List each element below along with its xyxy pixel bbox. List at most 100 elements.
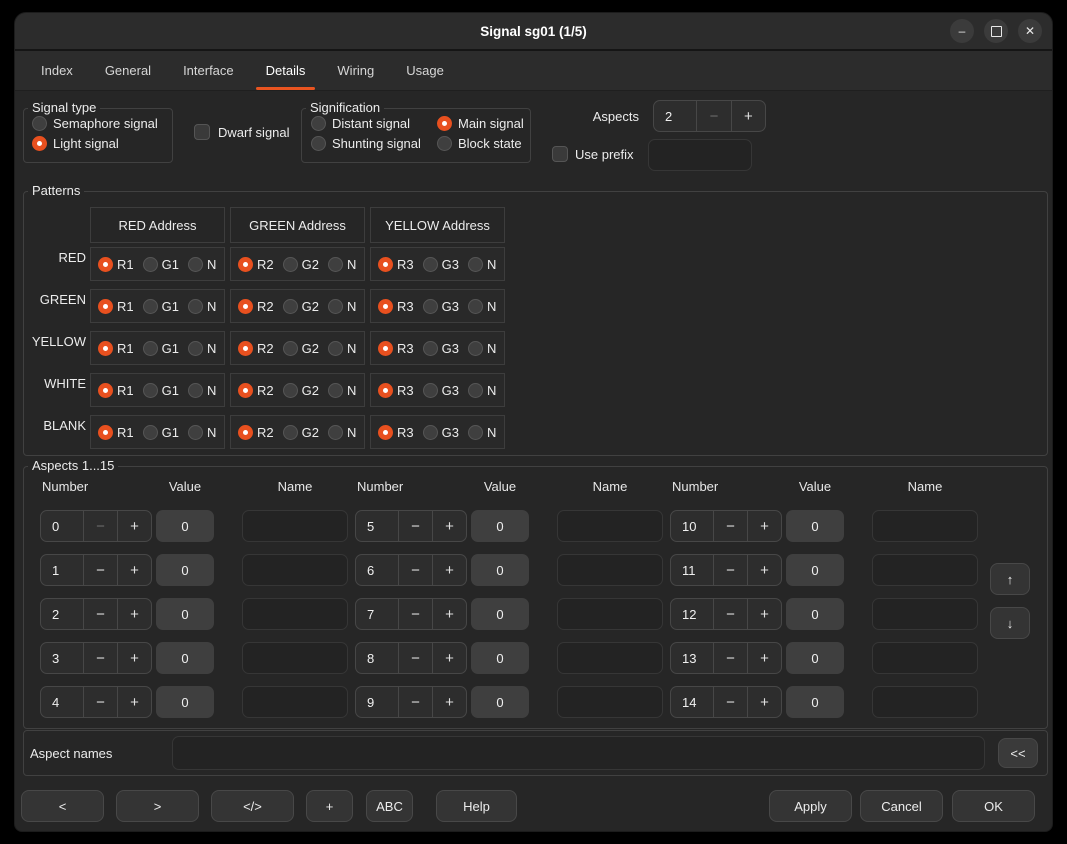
spin-value[interactable]: 1 xyxy=(41,555,83,585)
spin-minus-button[interactable]: − xyxy=(398,555,432,585)
spin-plus-button[interactable]: + xyxy=(117,643,151,673)
aspect-name-input-12[interactable] xyxy=(872,598,978,630)
spin-minus-button[interactable]: − xyxy=(83,687,117,717)
spin-minus-button[interactable]: − xyxy=(713,511,747,541)
pattern-radio-green-n[interactable]: N xyxy=(188,299,222,314)
spin-minus-button[interactable]: − xyxy=(83,599,117,629)
tab-details[interactable]: Details xyxy=(250,51,322,90)
spin-plus-button[interactable]: + xyxy=(432,643,466,673)
spin-value[interactable]: 4 xyxy=(41,687,83,717)
spin-minus-button[interactable]: − xyxy=(713,555,747,585)
ok-button[interactable]: OK xyxy=(952,790,1035,822)
pattern-radio-green-r3[interactable]: R3 xyxy=(378,299,420,314)
move-up-button[interactable]: ↑ xyxy=(990,563,1030,595)
pattern-radio-blank-n[interactable]: N xyxy=(328,425,362,440)
tab-interface[interactable]: Interface xyxy=(167,51,250,90)
apply-button[interactable]: Apply xyxy=(769,790,852,822)
spin-plus-button[interactable]: + xyxy=(117,687,151,717)
pattern-radio-white-g2[interactable]: G2 xyxy=(283,383,325,398)
pattern-radio-yellow-n[interactable]: N xyxy=(328,341,362,356)
aspect-name-input-10[interactable] xyxy=(872,510,978,542)
pattern-radio-white-r2[interactable]: R2 xyxy=(238,383,280,398)
spin-value[interactable]: 6 xyxy=(356,555,398,585)
tab-general[interactable]: General xyxy=(89,51,167,90)
radio-distant-signal[interactable]: Distant signal xyxy=(311,116,437,131)
pattern-radio-yellow-n[interactable]: N xyxy=(468,341,502,356)
pattern-radio-blank-g2[interactable]: G2 xyxy=(283,425,325,440)
aspect-name-input-5[interactable] xyxy=(557,510,663,542)
pattern-radio-white-n[interactable]: N xyxy=(328,383,362,398)
spin-plus-button[interactable]: + xyxy=(432,511,466,541)
pattern-radio-blank-g3[interactable]: G3 xyxy=(423,425,465,440)
aspect-name-input-7[interactable] xyxy=(557,598,663,630)
pattern-radio-blank-r1[interactable]: R1 xyxy=(98,425,140,440)
pattern-radio-green-n[interactable]: N xyxy=(468,299,502,314)
spin-minus-button[interactable]: − xyxy=(713,687,747,717)
aspect-names-input[interactable] xyxy=(172,736,985,770)
spin-plus-button[interactable]: + xyxy=(747,687,781,717)
spin-minus-button[interactable]: − xyxy=(398,643,432,673)
pattern-radio-green-n[interactable]: N xyxy=(328,299,362,314)
xml-button[interactable]: </> xyxy=(211,790,294,822)
spin-plus-button[interactable]: + xyxy=(117,599,151,629)
prefix-input[interactable] xyxy=(648,139,752,171)
aspect-name-input-4[interactable] xyxy=(242,686,348,718)
pattern-radio-blank-r2[interactable]: R2 xyxy=(238,425,280,440)
abc-button[interactable]: ABC xyxy=(366,790,413,822)
radio-block-state[interactable]: Block state xyxy=(437,136,524,151)
radio-main-signal[interactable]: Main signal xyxy=(437,116,524,131)
help-button[interactable]: Help xyxy=(436,790,517,822)
pattern-radio-yellow-g2[interactable]: G2 xyxy=(283,341,325,356)
spin-value[interactable]: 2 xyxy=(41,599,83,629)
spin-plus-button[interactable]: + xyxy=(747,511,781,541)
pattern-radio-white-g1[interactable]: G1 xyxy=(143,383,185,398)
spin-value[interactable]: 13 xyxy=(671,643,713,673)
pattern-radio-red-n[interactable]: N xyxy=(188,257,222,272)
pattern-radio-yellow-r1[interactable]: R1 xyxy=(98,341,140,356)
add-button[interactable]: + xyxy=(306,790,353,822)
pattern-radio-blank-g1[interactable]: G1 xyxy=(143,425,185,440)
maximize-button[interactable] xyxy=(984,19,1008,43)
radio-light-signal[interactable]: Light signal xyxy=(32,136,158,151)
spin-value[interactable]: 14 xyxy=(671,687,713,717)
spin-plus-button[interactable]: + xyxy=(117,511,151,541)
spin-minus-button[interactable]: − xyxy=(398,687,432,717)
pattern-radio-white-g3[interactable]: G3 xyxy=(423,383,465,398)
pattern-radio-green-g2[interactable]: G2 xyxy=(283,299,325,314)
pattern-radio-yellow-g3[interactable]: G3 xyxy=(423,341,465,356)
pattern-radio-white-r3[interactable]: R3 xyxy=(378,383,420,398)
aspect-name-input-2[interactable] xyxy=(242,598,348,630)
spin-minus-button[interactable]: − xyxy=(713,599,747,629)
spin-minus-button[interactable]: − xyxy=(83,555,117,585)
pattern-radio-red-n[interactable]: N xyxy=(468,257,502,272)
pattern-radio-green-g1[interactable]: G1 xyxy=(143,299,185,314)
pattern-radio-red-g2[interactable]: G2 xyxy=(283,257,325,272)
aspect-name-input-11[interactable] xyxy=(872,554,978,586)
aspect-name-input-8[interactable] xyxy=(557,642,663,674)
pattern-radio-blank-n[interactable]: N xyxy=(188,425,222,440)
spin-plus-button[interactable]: + xyxy=(432,599,466,629)
spin-plus-button[interactable]: + xyxy=(117,555,151,585)
pattern-radio-green-g3[interactable]: G3 xyxy=(423,299,465,314)
collapse-button[interactable]: << xyxy=(998,738,1038,768)
spin-minus-button[interactable]: − xyxy=(398,511,432,541)
spin-value[interactable]: 3 xyxy=(41,643,83,673)
pattern-radio-red-g1[interactable]: G1 xyxy=(143,257,185,272)
aspect-name-input-14[interactable] xyxy=(872,686,978,718)
pattern-radio-red-n[interactable]: N xyxy=(328,257,362,272)
pattern-radio-blank-r3[interactable]: R3 xyxy=(378,425,420,440)
aspect-name-input-13[interactable] xyxy=(872,642,978,674)
pattern-radio-yellow-r3[interactable]: R3 xyxy=(378,341,420,356)
pattern-radio-blank-n[interactable]: N xyxy=(468,425,502,440)
pattern-radio-red-g3[interactable]: G3 xyxy=(423,257,465,272)
aspect-name-input-6[interactable] xyxy=(557,554,663,586)
use-prefix-checkbox[interactable]: Use prefix xyxy=(552,146,634,162)
next-button[interactable]: > xyxy=(116,790,199,822)
spin-plus-button[interactable]: + xyxy=(432,687,466,717)
spin-plus-button[interactable]: + xyxy=(747,555,781,585)
spin-value[interactable]: 9 xyxy=(356,687,398,717)
spin-value[interactable]: 11 xyxy=(671,555,713,585)
pattern-radio-white-n[interactable]: N xyxy=(468,383,502,398)
aspect-name-input-3[interactable] xyxy=(242,642,348,674)
spin-minus-button[interactable]: − xyxy=(713,643,747,673)
